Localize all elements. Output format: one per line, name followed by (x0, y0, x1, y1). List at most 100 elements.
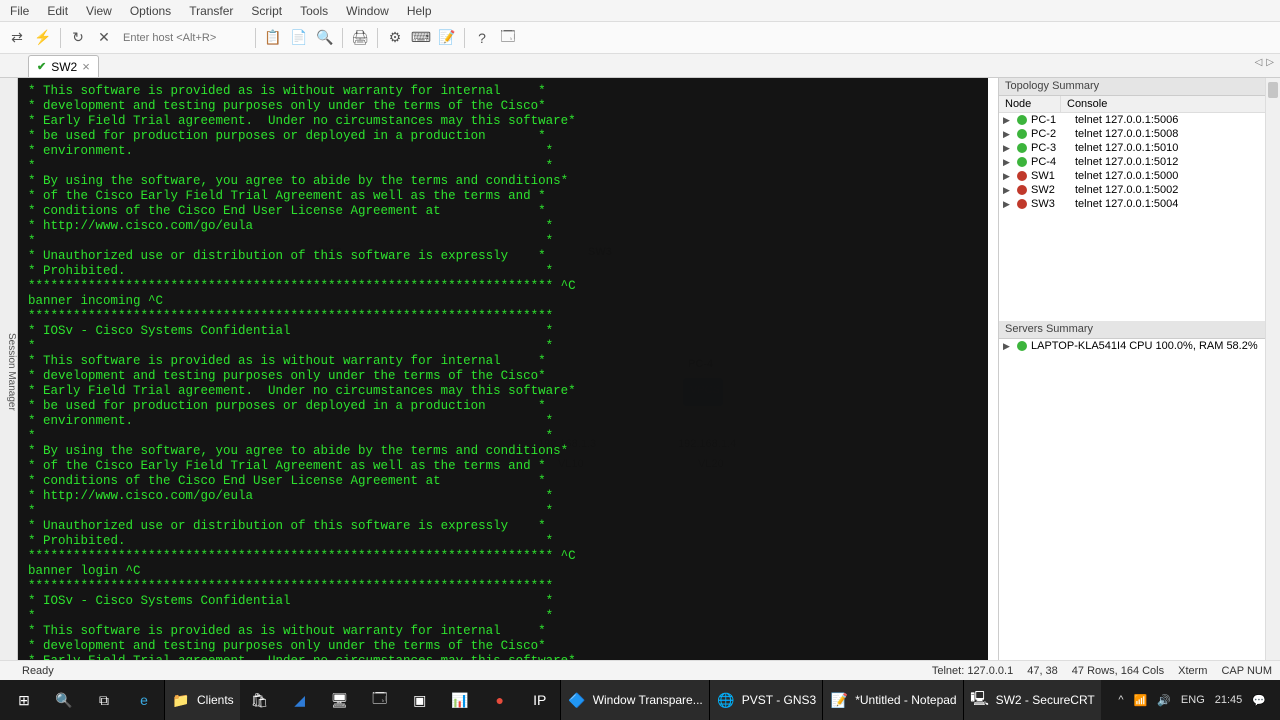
node-console: telnet 127.0.0.1:5002 (1075, 184, 1178, 196)
topology-node-row[interactable]: ▶PC-3telnet 127.0.0.1:5010 (999, 141, 1280, 155)
edge-icon[interactable]: e (124, 680, 164, 720)
topology-node-row[interactable]: ▶SW2telnet 127.0.0.1:5002 (999, 183, 1280, 197)
tab-close-icon[interactable]: × (82, 59, 90, 74)
tab-sw2[interactable]: ✔ SW2 × (28, 55, 99, 77)
terminal-output[interactable]: * This software is provided as is withou… (18, 78, 988, 660)
taskbar-app3[interactable]: 🖥 (320, 680, 360, 720)
taskbar-app6[interactable]: 📊 (440, 680, 480, 720)
tab-label: SW2 (51, 60, 77, 74)
status-connection: Telnet: 127.0.0.1 (932, 665, 1013, 677)
server-row[interactable]: ▶ LAPTOP-KLA541I4 CPU 100.0%, RAM 58.2% (999, 339, 1280, 353)
host-input[interactable] (119, 28, 249, 48)
topology-node-row[interactable]: ▶ SW1 telnet 127.0.0.1:5000 (999, 169, 1280, 183)
workspace: Session Manager SW2 SW3 PC-4 VPCS 192.16… (0, 78, 1280, 660)
server-status-icon (1017, 341, 1027, 351)
node-console: telnet 127.0.0.1:5006 (1075, 114, 1178, 126)
servers-summary-header[interactable]: Servers Summary (999, 321, 1280, 339)
help-icon[interactable]: ? (471, 27, 493, 49)
taskbar-app7[interactable]: ● (480, 680, 520, 720)
start-button[interactable]: ⊞ (4, 680, 44, 720)
node-name: PC-4 (1031, 156, 1071, 168)
keyboard-icon[interactable]: ⌨ (410, 27, 432, 49)
tray-time[interactable]: 21:45 (1215, 694, 1243, 706)
server-label: LAPTOP-KLA541I4 CPU 100.0%, RAM 58.2% (1031, 340, 1258, 352)
node-name: PC-3 (1031, 142, 1071, 154)
find-icon[interactable]: 🔍 (314, 27, 336, 49)
status-size: 47 Rows, 164 Cols (1072, 665, 1164, 677)
toolbar: ⇄ ⚡ ↻ ✕ 📋 📄 🔍 🖨 ⚙ ⌨ 📝 ? 🗔 (0, 22, 1280, 54)
scrollbar[interactable] (1265, 78, 1280, 660)
topology-node-row[interactable]: ▶SW3telnet 127.0.0.1:5004 (999, 197, 1280, 211)
tray-lang[interactable]: ENG (1181, 694, 1205, 706)
topology-node-row[interactable]: ▶PC-1telnet 127.0.0.1:5006 (999, 113, 1280, 127)
tray-notifications-icon[interactable]: 💬 (1252, 694, 1266, 707)
search-button[interactable]: 🔍 (44, 680, 84, 720)
taskbar-securecrt[interactable]: 🖳SW2 - SecureCRT (963, 680, 1101, 720)
system-tray[interactable]: ^ 📶 🔊 ENG 21:45 💬 (1118, 694, 1276, 707)
taskbar-app1[interactable]: 🛍 (240, 680, 280, 720)
menu-help[interactable]: Help (407, 4, 432, 18)
paste-icon[interactable]: 📄 (288, 27, 310, 49)
node-name: SW3 (1031, 198, 1071, 210)
session-manager-handle[interactable]: Session Manager (0, 78, 18, 660)
session-icon[interactable]: 🗔 (497, 27, 519, 49)
print-icon[interactable]: 🖨 (349, 27, 371, 49)
tab-prev-icon[interactable]: ◁ (1255, 57, 1263, 68)
node-status-icon (1017, 185, 1027, 195)
node-status-icon (1017, 143, 1027, 153)
tree-arrow-icon: ▶ (1003, 341, 1013, 352)
node-name: SW2 (1031, 184, 1071, 196)
topology-columns: Node Console (999, 96, 1280, 113)
tree-arrow-icon: ▶ (1003, 143, 1013, 154)
menu-file[interactable]: File (10, 4, 29, 18)
topology-summary-header[interactable]: Topology Summary (999, 78, 1280, 96)
reconnect-icon[interactable]: ↻ (67, 27, 89, 49)
tray-network-icon[interactable]: 📶 (1134, 694, 1148, 707)
side-panels: Topology Summary Node Console ▶PC-1telne… (998, 78, 1280, 660)
node-console: telnet 127.0.0.1:5008 (1075, 128, 1178, 140)
taskbar-notepad[interactable]: 📝*Untitled - Notepad (822, 680, 962, 720)
col-console[interactable]: Console (1061, 96, 1280, 112)
menu-edit[interactable]: Edit (47, 4, 68, 18)
node-status-icon (1017, 129, 1027, 139)
menu-tools[interactable]: Tools (300, 4, 328, 18)
taskbar-ip[interactable]: IP (520, 680, 560, 720)
windows-taskbar: ⊞ 🔍 ⧉ e 📁Clients 🛍 ◢ 🖥 🗔 ▣ 📊 ● IP 🔷Windo… (0, 680, 1280, 720)
tray-volume-icon[interactable]: 🔊 (1157, 694, 1171, 707)
copy-icon[interactable]: 📋 (262, 27, 284, 49)
taskbar-pvst-gns3[interactable]: 🌐PVST - GNS3 (709, 680, 822, 720)
topology-tree: ▶PC-1telnet 127.0.0.1:5006▶PC-2telnet 12… (999, 113, 1280, 211)
menu-bar: File Edit View Options Transfer Script T… (0, 0, 1280, 22)
connect-icon[interactable]: ⇄ (6, 27, 28, 49)
taskbar-app4[interactable]: 🗔 (360, 680, 400, 720)
node-status-icon (1017, 171, 1027, 181)
taskbar-app5[interactable]: ▣ (400, 680, 440, 720)
task-view-button[interactable]: ⧉ (84, 680, 124, 720)
node-console: telnet 127.0.0.1:5012 (1075, 156, 1178, 168)
taskbar-clients[interactable]: 📁Clients (164, 680, 240, 720)
node-status-icon (1017, 115, 1027, 125)
log-icon[interactable]: 📝 (436, 27, 458, 49)
tab-next-icon[interactable]: ▷ (1266, 57, 1274, 68)
menu-transfer[interactable]: Transfer (189, 4, 233, 18)
taskbar-window-transparent[interactable]: 🔷Window Transpare... (560, 680, 709, 720)
menu-view[interactable]: View (86, 4, 112, 18)
node-status-icon (1017, 157, 1027, 167)
tree-arrow-icon: ▶ (1003, 171, 1013, 182)
topology-node-row[interactable]: ▶PC-2telnet 127.0.0.1:5008 (999, 127, 1280, 141)
status-caps: CAP NUM (1221, 665, 1272, 677)
tray-chevron-icon[interactable]: ^ (1118, 694, 1123, 706)
topology-node-row[interactable]: ▶PC-4telnet 127.0.0.1:5012 (999, 155, 1280, 169)
menu-options[interactable]: Options (130, 4, 171, 18)
node-name: SW1 (1031, 170, 1071, 182)
quick-connect-icon[interactable]: ⚡ (32, 27, 54, 49)
node-console: telnet 127.0.0.1:5004 (1075, 198, 1178, 210)
node-console: telnet 127.0.0.1:5000 (1075, 170, 1178, 182)
menu-window[interactable]: Window (346, 4, 389, 18)
settings-icon[interactable]: ⚙ (384, 27, 406, 49)
disconnect-icon[interactable]: ✕ (93, 27, 115, 49)
menu-script[interactable]: Script (251, 4, 282, 18)
col-node[interactable]: Node (999, 96, 1061, 112)
taskbar-app2[interactable]: ◢ (280, 680, 320, 720)
tab-connected-icon: ✔ (37, 60, 46, 73)
